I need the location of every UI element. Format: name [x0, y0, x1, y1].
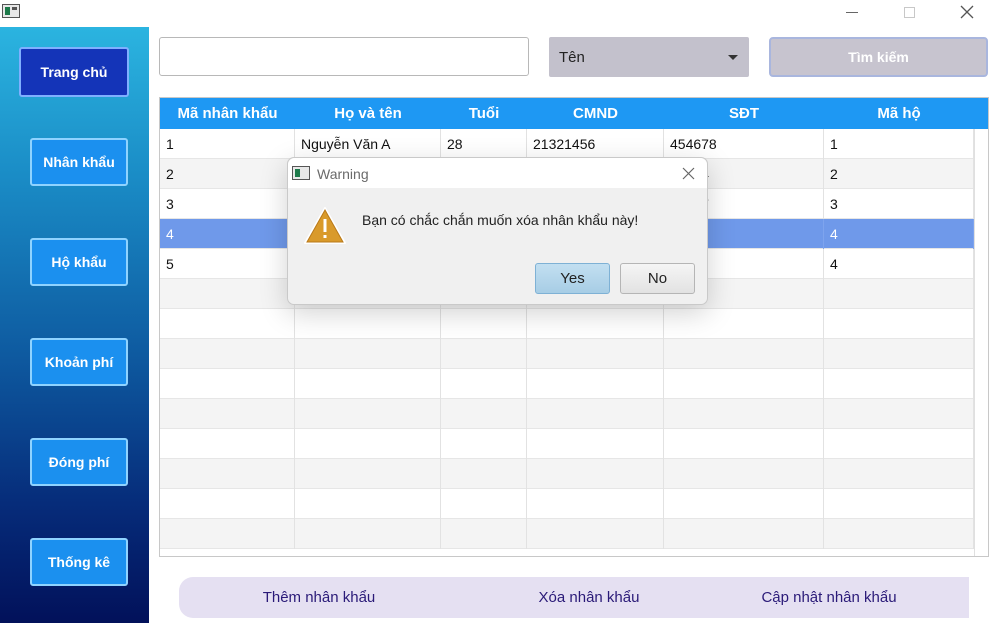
empty-row: [160, 429, 974, 459]
dialog-close-button[interactable]: [677, 162, 699, 184]
app-icon: [292, 166, 310, 180]
yes-button[interactable]: Yes: [535, 263, 610, 294]
warning-dialog: Warning Bạn có chắc chắn muốn xóa nhân k…: [287, 157, 708, 305]
sidebar-item-thong-ke[interactable]: Thống kê: [30, 538, 128, 586]
sidebar-item-dong-phi[interactable]: Đóng phí: [30, 438, 128, 486]
maximize-icon: [903, 6, 915, 18]
warning-triangle-icon: [304, 207, 346, 244]
column-header[interactable]: Họ và tên: [295, 98, 441, 129]
update-resident-button[interactable]: Cập nhật nhân khẩu: [729, 577, 929, 618]
dialog-body: Bạn có chắc chắn muốn xóa nhân khẩu này!…: [288, 188, 707, 304]
dialog-title-bar: Warning: [288, 158, 707, 188]
cell-cmnd: 21321456: [527, 129, 664, 159]
empty-row: [160, 339, 974, 369]
sidebar-item-khoan-phi[interactable]: Khoản phí: [30, 338, 128, 386]
search-button[interactable]: Tìm kiếm: [769, 37, 988, 77]
dialog-title: Warning: [317, 166, 369, 182]
sidebar-item-trang-chu[interactable]: Trang chủ: [19, 47, 129, 97]
app-window: Trang chủ Nhân khẩu Hộ khẩu Khoản phí Đó…: [0, 0, 993, 623]
empty-row: [160, 459, 974, 489]
table-scrollbar[interactable]: [974, 129, 988, 556]
cell-id: 1: [160, 129, 295, 159]
close-button[interactable]: [944, 0, 990, 24]
column-header[interactable]: CMND: [527, 98, 664, 129]
cell-id: 3: [160, 189, 295, 219]
table-header: Mã nhân khẩu Họ và tên Tuổi CMND SĐT Mã …: [160, 98, 988, 129]
dialog-message: Bạn có chắc chắn muốn xóa nhân khẩu này!: [362, 212, 639, 228]
empty-row: [160, 399, 974, 429]
sidebar: Trang chủ Nhân khẩu Hộ khẩu Khoản phí Đó…: [0, 27, 149, 623]
chevron-down-icon: [728, 55, 738, 60]
cell-household: 1: [824, 129, 974, 159]
minimize-button[interactable]: [829, 0, 875, 24]
cell-age: 28: [441, 129, 527, 159]
delete-resident-button[interactable]: Xóa nhân khẩu: [489, 577, 689, 618]
empty-row: [160, 309, 974, 339]
cell-id: 2: [160, 159, 295, 189]
action-bar: Thêm nhân khẩu Xóa nhân khẩu Cập nhật nh…: [179, 577, 969, 618]
table-row[interactable]: 1 Nguyễn Văn A 28 21321456 454678 1: [160, 129, 974, 159]
empty-row: [160, 519, 974, 549]
search-input[interactable]: [159, 37, 529, 76]
column-header[interactable]: Tuổi: [441, 98, 527, 129]
search-filter-select[interactable]: Tên: [549, 37, 749, 77]
add-resident-button[interactable]: Thêm nhân khẩu: [219, 577, 419, 618]
column-header[interactable]: Mã hộ: [824, 98, 974, 129]
minimize-icon: [846, 11, 858, 13]
no-button[interactable]: No: [620, 263, 695, 294]
sidebar-item-nhan-khau[interactable]: Nhân khẩu: [30, 138, 128, 186]
column-header[interactable]: Mã nhân khẩu: [160, 98, 295, 129]
close-icon: [960, 5, 974, 19]
search-filter-value: Tên: [559, 49, 585, 66]
cell-name: Nguyễn Văn A: [295, 129, 441, 159]
title-bar: [0, 0, 993, 27]
sidebar-item-ho-khau[interactable]: Hộ khẩu: [30, 238, 128, 286]
close-icon: [682, 167, 694, 179]
cell-household: 3: [824, 189, 974, 219]
cell-id: 5: [160, 249, 295, 279]
empty-row: [160, 489, 974, 519]
cell-household: 4: [824, 219, 974, 249]
cell-phone: 454678: [664, 129, 824, 159]
column-header[interactable]: SĐT: [664, 98, 824, 129]
cell-household: 2: [824, 159, 974, 189]
maximize-button[interactable]: [886, 0, 932, 24]
cell-household: 4: [824, 249, 974, 279]
empty-row: [160, 369, 974, 399]
cell-id: 4: [160, 219, 295, 249]
app-icon: [2, 4, 20, 18]
